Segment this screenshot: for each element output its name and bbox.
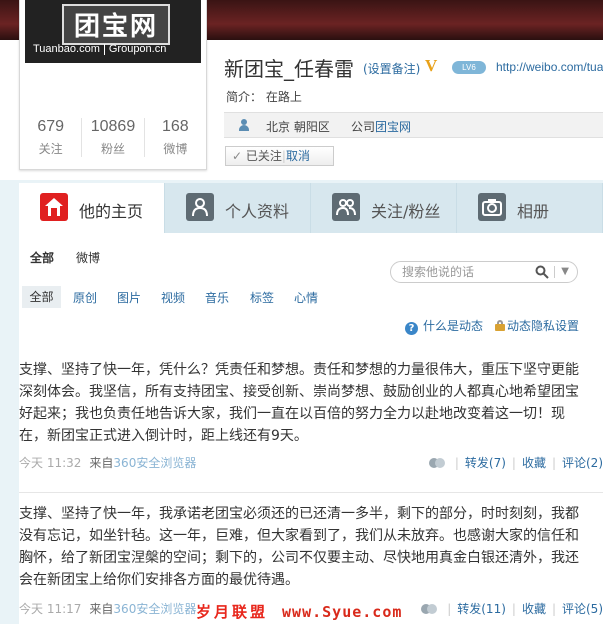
speech-bubble-icon[interactable] [428, 457, 447, 469]
tab-profile-info[interactable]: 个人资料 [165, 183, 311, 233]
type-video[interactable]: 视频 [161, 289, 185, 306]
tab-follow-fans[interactable]: 关注/粉丝 [311, 183, 457, 233]
avatar-logo-text: 团宝网 [62, 4, 171, 45]
profile-tabs: 他的主页 个人资料 关注/粉丝 相册 [19, 183, 603, 233]
type-original[interactable]: 原创 [73, 289, 97, 306]
profile-intro: 简介： 在路上 [226, 90, 302, 104]
home-icon [40, 193, 68, 221]
type-tag[interactable]: 标签 [250, 289, 274, 306]
type-music[interactable]: 音乐 [205, 289, 229, 306]
post-source-link[interactable]: 360安全浏览器 [113, 602, 196, 616]
profile-card: 团宝网 Tuanbao.com Groupon.cn 679 关注 10869 粉… [19, 0, 207, 170]
profile-company: 公司团宝网 [351, 120, 412, 134]
post-source-link[interactable]: 360安全浏览器 [113, 456, 196, 470]
forward-button[interactable]: 转发(11) [457, 602, 506, 616]
stat-followers[interactable]: 10869 粉丝 [82, 118, 145, 157]
profile-url-link[interactable]: http://weibo.com/tua [496, 60, 603, 74]
post-text: 支撑、坚持了快一年，我承诺老团宝必须还的已还清一多半，剩下的部分，时时刻刻，我都… [19, 506, 579, 588]
favorite-button[interactable]: 收藏 [522, 456, 546, 470]
help-icon: ? [405, 322, 418, 335]
person-icon [186, 193, 214, 221]
type-all[interactable]: 全部 [22, 286, 61, 308]
post-divider [19, 492, 603, 493]
what-is-feed-link[interactable]: 什么是动态 [423, 319, 483, 333]
type-mood[interactable]: 心情 [294, 289, 318, 306]
person-icon [238, 119, 250, 131]
profile-stats: 679 关注 10869 粉丝 168 微博 [20, 118, 206, 157]
check-icon: ✓ [232, 149, 243, 163]
post-time[interactable]: 今天 11:32 [19, 456, 81, 470]
profile-nickname: 新团宝_任春雷 [224, 57, 354, 81]
profile-info-bar: 北京 朝阳区 公司团宝网 [224, 112, 603, 138]
feed-type-filter: 全部 原创 图片 视频 音乐 标签 心情 [19, 286, 603, 308]
chevron-down-icon[interactable]: ▼ [561, 262, 569, 282]
stat-following[interactable]: 679 关注 [20, 118, 83, 157]
feed-panel: 全部 微博 搜索他说的话 ▼ 全部 原创 图片 视频 音乐 标签 心情 ? 什么是动… [19, 233, 603, 624]
feed-help-links: ? 什么是动态 动态隐私设置 [405, 317, 579, 335]
stat-posts[interactable]: 168 微博 [145, 118, 206, 157]
type-image[interactable]: 图片 [117, 289, 141, 306]
comment-button[interactable]: 评论(5) [562, 602, 603, 616]
set-remark-link[interactable]: (设置备注) [363, 60, 420, 77]
avatar-logo-subtext: Tuanbao.com Groupon.cn [33, 43, 167, 55]
profile-location: 北京 朝阳区 [266, 120, 330, 134]
speech-bubble-icon[interactable] [421, 603, 439, 615]
level-badge[interactable]: LV6 [452, 61, 486, 74]
company-link[interactable]: 团宝网 [375, 120, 411, 134]
lock-icon [495, 320, 506, 331]
feed-main-filter: 全部 微博 [30, 249, 122, 266]
unfollow-link[interactable]: 取消 [286, 149, 310, 163]
avatar[interactable]: 团宝网 Tuanbao.com Groupon.cn [25, 0, 201, 63]
forward-button[interactable]: 转发(7) [465, 456, 506, 470]
camera-icon [478, 193, 506, 221]
search-icon[interactable] [535, 265, 549, 279]
post-actions: | 转发(11) | 收藏 | 评论(5) [421, 600, 603, 617]
post-actions: | 转发(7) | 收藏 | 评论(2) [428, 454, 603, 471]
favorite-button[interactable]: 收藏 [522, 602, 546, 616]
post-time[interactable]: 今天 11:17 [19, 602, 81, 616]
filter-weibo[interactable]: 微博 [76, 251, 100, 265]
privacy-settings-link[interactable]: 动态隐私设置 [507, 319, 579, 333]
verified-v-icon[interactable]: V [425, 56, 437, 76]
follow-status-button: ✓ 已关注|取消 [225, 146, 334, 166]
tab-home[interactable]: 他的主页 [19, 183, 165, 233]
tab-album[interactable]: 相册 [457, 183, 603, 233]
post-meta: 今天 11:32 来自360安全浏览器 | 转发(7) | 收藏 | 评论(2) [19, 454, 603, 471]
people-icon [332, 193, 360, 221]
post-text: 支撑、坚持了快一年，凭什么？凭责任和梦想。责任和梦想的力量很伟大，重压下坚守更能… [19, 362, 579, 444]
comment-button[interactable]: 评论(2) [562, 456, 603, 470]
filter-all[interactable]: 全部 [30, 251, 54, 265]
search-posts-input[interactable]: 搜索他说的话 ▼ [390, 261, 578, 283]
site-watermark: 岁月联盟 www.Syue.com [196, 603, 403, 621]
